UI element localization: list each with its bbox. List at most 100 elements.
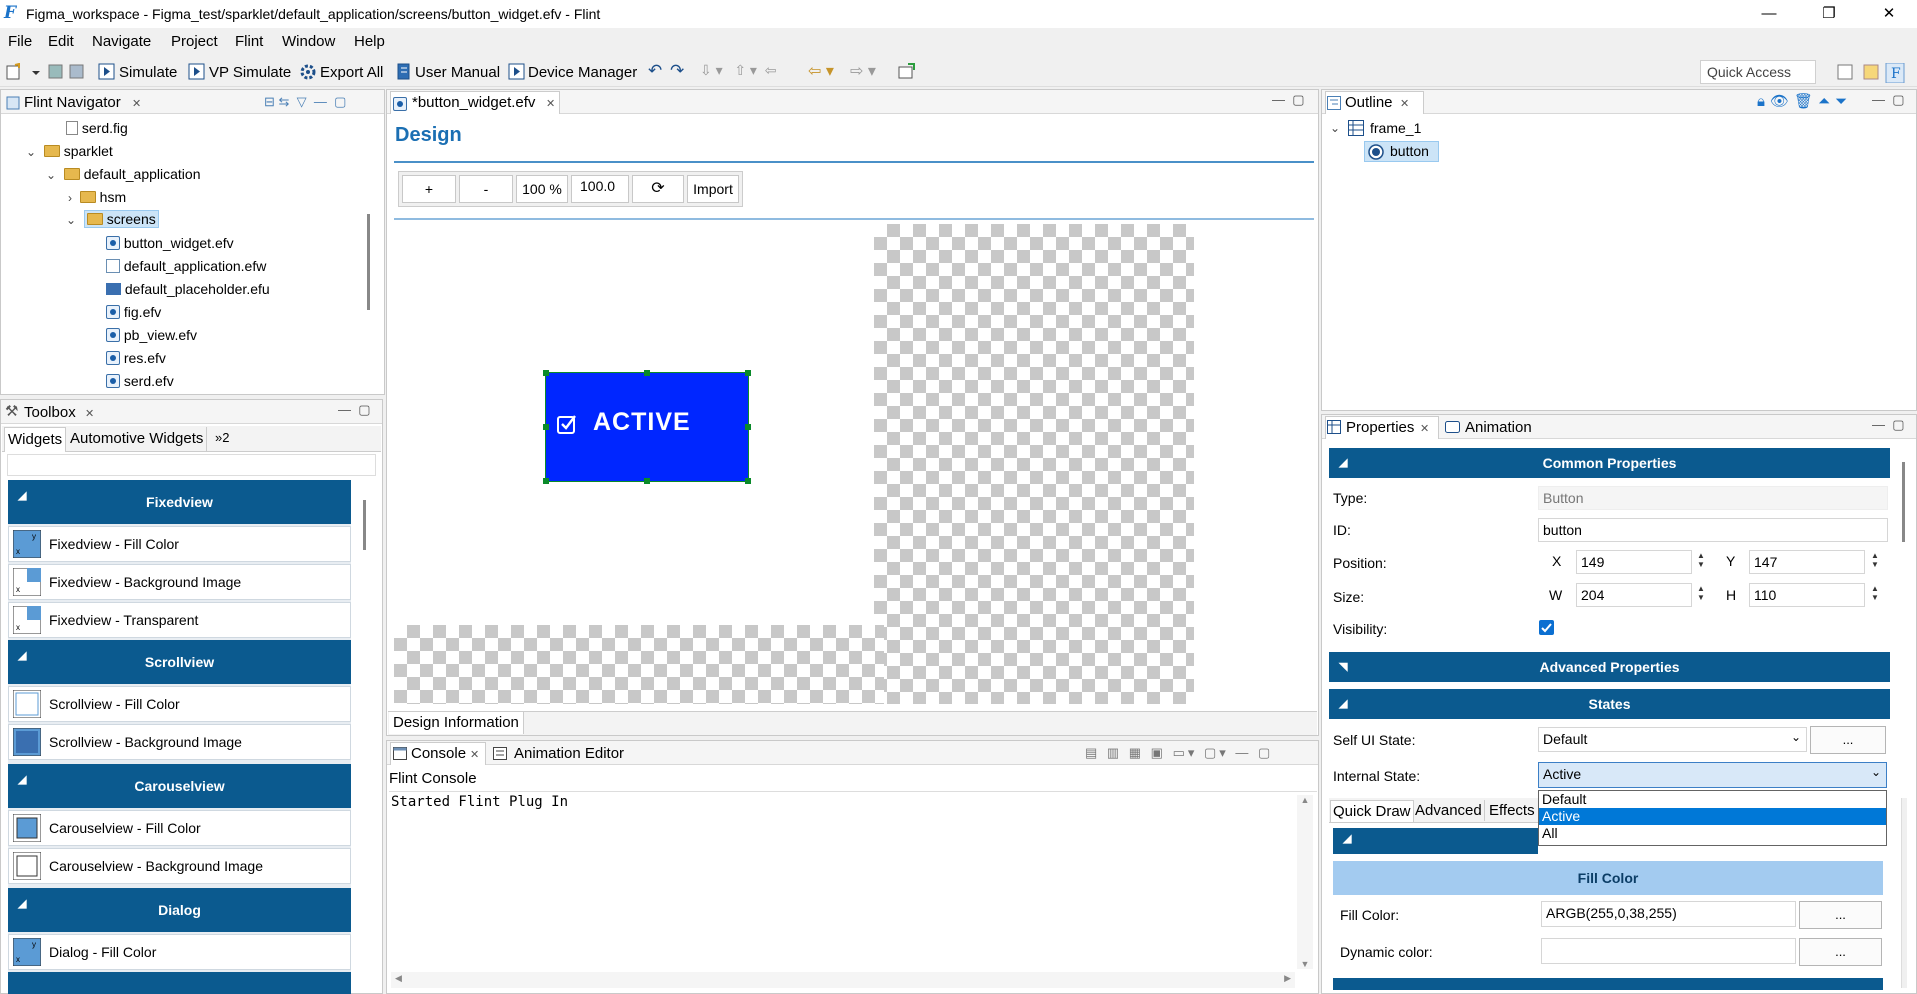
tree-item-button-widget-efv[interactable]: button_widget.efv — [106, 235, 234, 251]
tree-item-screens[interactable]: ⌄ screens — [66, 210, 159, 228]
menu-navigate[interactable]: Navigate — [92, 33, 151, 50]
w-spinner[interactable]: ▲ ▼ — [1694, 584, 1708, 602]
outline-view-controls[interactable]: — ▢ — [1872, 92, 1905, 108]
scroll-down-arrow[interactable]: ▼ — [1297, 959, 1313, 969]
vp-simulate-icon[interactable] — [188, 63, 206, 81]
section-fixedview[interactable]: ◢ Fixedview — [8, 480, 351, 524]
states-header[interactable]: ◢ States — [1329, 689, 1890, 719]
chevron-down-icon[interactable]: ⌄ — [26, 145, 36, 159]
maximize-button[interactable]: ❐ — [1806, 2, 1852, 26]
chevron-down-icon[interactable]: ⌄ — [1330, 121, 1340, 135]
section-dialog[interactable]: ◢ Dialog — [8, 888, 351, 932]
expand-triangle-icon[interactable]: ◥ — [1339, 652, 1347, 682]
tab-console[interactable]: Console — [411, 745, 466, 762]
dropdown-option-all[interactable]: All — [1539, 825, 1886, 842]
console-toolbar-icons[interactable]: ▤ ▥ ▦ ▣ ▭▾ ▢▾ — ▢ — [1085, 745, 1273, 761]
navigator-view-controls[interactable]: ⊟ ⇆ ▽ — ▢ — [264, 94, 346, 110]
tree-item-sparklet[interactable]: ⌄ sparklet — [26, 143, 113, 159]
simulate-icon[interactable] — [98, 63, 116, 81]
tab-automotive-widgets[interactable]: Automotive Widgets — [67, 427, 208, 452]
collapse-triangle-icon[interactable]: ◢ — [18, 758, 26, 802]
close-toolbox-icon[interactable]: ✕ — [85, 407, 94, 420]
tree-item-serd-efv[interactable]: serd.efv — [106, 373, 174, 389]
tool-dialog-fill-color[interactable]: xy Dialog - Fill Color — [8, 934, 351, 970]
collapse-triangle-icon[interactable]: ◢ — [1343, 832, 1351, 845]
visibility-checkbox[interactable] — [1539, 620, 1554, 635]
tab-button-widget-efv[interactable]: *button_widget.efv — [412, 94, 535, 111]
tab-widgets[interactable]: Widgets — [4, 427, 67, 452]
tool-fixedview-fill-color[interactable]: xy Fixedview - Fill Color — [8, 526, 351, 562]
x-spinner[interactable]: ▲ ▼ — [1694, 551, 1708, 569]
self-ui-state-more-button[interactable]: ... — [1810, 726, 1886, 754]
properties-scrollbar[interactable] — [1902, 462, 1905, 542]
menu-edit[interactable]: Edit — [48, 33, 74, 50]
zoom-value-input[interactable]: 100.0 — [571, 175, 629, 203]
tree-item-res-efv[interactable]: res.efv — [106, 350, 166, 366]
tab-design-information[interactable]: Design Information — [389, 712, 524, 734]
dynamic-color-more-button[interactable]: ... — [1799, 938, 1882, 966]
scroll-up-arrow[interactable]: ▲ — [1297, 795, 1313, 805]
w-input[interactable]: 204 — [1576, 583, 1692, 607]
fill-color-section-header[interactable]: Fill Color — [1333, 861, 1883, 895]
export-all-button[interactable]: Export All — [320, 64, 383, 81]
editor-view-controls[interactable]: — ▢ — [1272, 92, 1305, 108]
tab-quick-draw[interactable]: Quick Draw — [1330, 800, 1414, 822]
import-button[interactable]: Import — [687, 175, 739, 203]
resize-handle[interactable] — [644, 478, 650, 484]
collapse-triangle-icon[interactable]: ◢ — [1339, 448, 1347, 478]
quickdraw-scrollbar[interactable] — [1901, 798, 1907, 988]
h-spinner[interactable]: ▲ ▼ — [1868, 584, 1882, 602]
tree-item-default-application[interactable]: ⌄ default_application — [46, 166, 201, 182]
device-manager-icon[interactable] — [508, 63, 526, 81]
resize-handle[interactable] — [745, 478, 751, 484]
tool-carouselview-background-image[interactable]: Carouselview - Background Image — [8, 848, 351, 884]
outline-item-button[interactable]: button — [1364, 141, 1439, 162]
save-icons[interactable] — [48, 64, 88, 80]
resize-handle[interactable] — [745, 424, 751, 430]
chevron-right-icon[interactable]: › — [68, 191, 72, 205]
tool-fixedview-transparent[interactable]: x Fixedview - Transparent — [8, 602, 351, 638]
console-horizontal-scrollbar[interactable]: ◀ ▶ — [391, 972, 1295, 988]
close-console-icon[interactable]: ✕ — [470, 748, 479, 761]
tree-item-fig-efv[interactable]: fig.efv — [106, 304, 161, 320]
y-input[interactable]: 147 — [1749, 550, 1865, 574]
resize-handle[interactable] — [543, 478, 549, 484]
tree-item-hsm[interactable]: › hsm — [68, 189, 126, 205]
outline-toolbar-icons[interactable]: 🔒︎👁︎🗑︎⏶⏷ — [1757, 92, 1852, 110]
tab-animation-editor[interactable]: Animation Editor — [514, 745, 624, 762]
fill-color-more-button[interactable]: ... — [1799, 901, 1882, 929]
menu-window[interactable]: Window — [282, 33, 335, 50]
scroll-left-arrow[interactable]: ◀ — [395, 973, 402, 984]
resize-handle[interactable] — [543, 424, 549, 430]
y-spinner[interactable]: ▲ ▼ — [1868, 551, 1882, 569]
close-window-button[interactable]: ✕ — [1866, 2, 1912, 26]
id-input[interactable]: button — [1538, 518, 1888, 542]
tool-carouselview-fill-color[interactable]: Carouselview - Fill Color — [8, 810, 351, 846]
open-perspective-icon[interactable] — [898, 63, 916, 81]
simulate-button[interactable]: Simulate — [119, 64, 177, 81]
outline-item-frame[interactable]: frame_1 — [1370, 120, 1421, 136]
tab-outline[interactable]: Outline — [1345, 94, 1393, 111]
console-vertical-scrollbar[interactable]: ▲ ▼ — [1297, 795, 1313, 969]
toolbox-scrollbar[interactable] — [363, 500, 366, 550]
tab-effects[interactable]: Effects — [1487, 800, 1537, 821]
self-ui-state-select[interactable]: Default ⌄ — [1538, 727, 1807, 752]
internal-state-select[interactable]: Active ⌄ — [1538, 762, 1887, 788]
menu-project[interactable]: Project — [171, 33, 218, 50]
new-icon[interactable] — [6, 63, 40, 81]
tree-item-pb-view-efv[interactable]: pb_view.efv — [106, 327, 197, 343]
common-properties-header[interactable]: ◢ Common Properties — [1329, 448, 1890, 478]
tree-item-default-application-efw[interactable]: default_application.efw — [106, 258, 266, 274]
chevron-down-icon[interactable]: ⌄ — [46, 168, 56, 182]
tool-scrollview-background-image[interactable]: Scrollview - Background Image — [8, 724, 351, 760]
more-tabs-chevron[interactable]: »2 — [215, 430, 229, 445]
reset-zoom-icon[interactable]: ⟳ — [632, 175, 684, 203]
dropdown-option-default[interactable]: Default — [1539, 791, 1886, 808]
close-outline-icon[interactable]: ✕ — [1400, 97, 1409, 110]
close-properties-icon[interactable]: ✕ — [1420, 422, 1429, 435]
tab-animation[interactable]: Animation — [1465, 419, 1532, 436]
collapse-triangle-icon[interactable]: ◢ — [18, 480, 26, 518]
undo-icon[interactable]: ↶ — [648, 61, 662, 81]
toolbox-view-controls[interactable]: — ▢ — [338, 402, 371, 418]
dropdown-option-active[interactable]: Active — [1539, 808, 1886, 825]
